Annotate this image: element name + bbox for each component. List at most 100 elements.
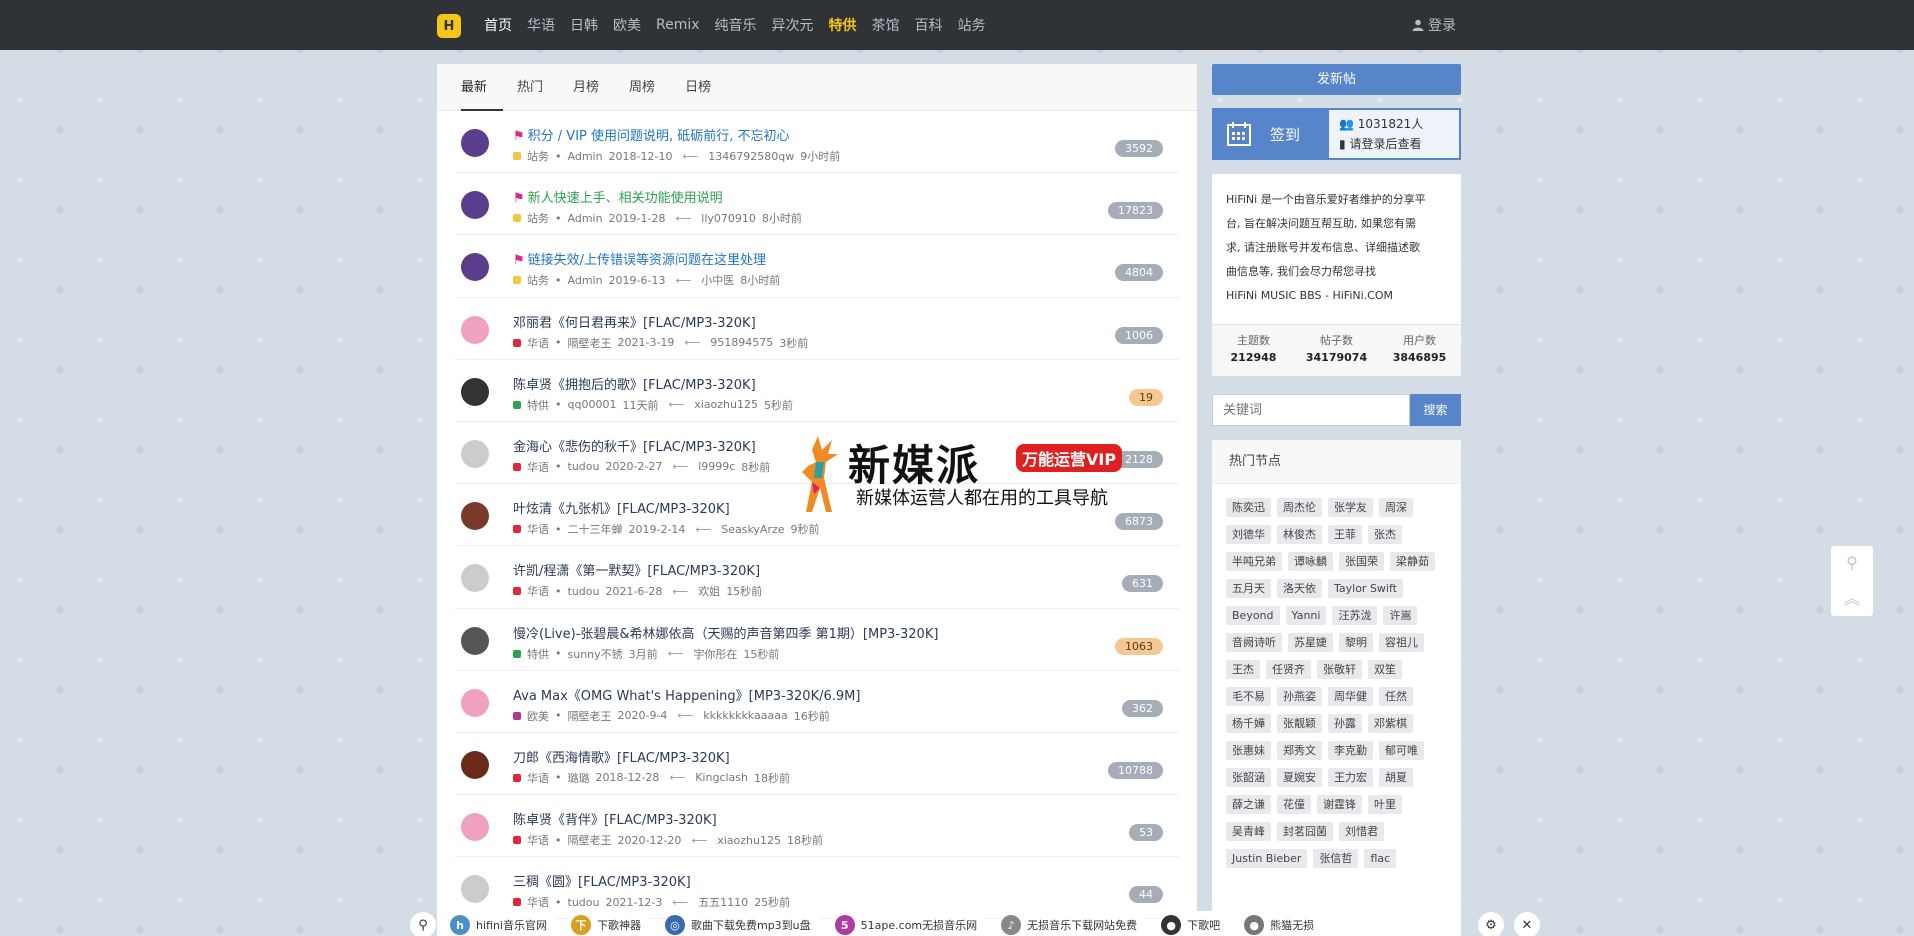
hot-node-tag[interactable]: 张国荣 <box>1339 552 1384 571</box>
hot-node-tag[interactable]: Beyond <box>1226 606 1280 625</box>
author-name[interactable]: qq00001 <box>568 398 617 411</box>
hot-node-tag[interactable]: 许嵩 <box>1383 606 1418 625</box>
hot-node-tag[interactable]: 孙燕姿 <box>1277 687 1322 706</box>
bookmark-item[interactable]: ◎ 歌曲下载免费mp3到u盘 <box>660 911 821 936</box>
hot-node-tag[interactable]: 谭咏麟 <box>1288 552 1333 571</box>
gear-icon[interactable]: ⚙ <box>1478 912 1504 936</box>
thread-title[interactable]: 叶炫清《九张机》[FLAC/MP3-320K] <box>513 498 730 517</box>
forum-name[interactable]: 华语 <box>527 335 549 351</box>
nav-item[interactable]: 欧美 <box>613 15 641 35</box>
hot-node-tag[interactable]: Justin Bieber <box>1226 849 1308 868</box>
hot-node-tag[interactable]: 谢霆锋 <box>1317 795 1362 814</box>
bookmark-item[interactable]: ● 下歌吧 <box>1157 911 1231 936</box>
reply-user[interactable]: xiaozhu125 <box>717 834 781 847</box>
forum-name[interactable]: 华语 <box>527 459 549 475</box>
avatar[interactable] <box>461 253 489 282</box>
hot-node-tag[interactable]: 任贤齐 <box>1266 660 1311 679</box>
author-name[interactable]: Admin <box>568 150 603 163</box>
forum-name[interactable]: 华语 <box>527 832 549 848</box>
hot-node-tag[interactable]: 周深 <box>1379 498 1413 517</box>
avatar[interactable] <box>461 315 489 344</box>
forum-name[interactable]: 站务 <box>527 148 549 164</box>
hot-node-tag[interactable]: 毛不易 <box>1226 687 1271 706</box>
hot-node-tag[interactable]: Yanni <box>1285 606 1327 625</box>
tab-item[interactable]: 周榜 <box>629 64 671 111</box>
author-name[interactable]: 隔壁老王 <box>568 832 612 848</box>
nav-item[interactable]: 异次元 <box>772 15 814 35</box>
nav-item[interactable]: 日韩 <box>570 15 598 35</box>
hot-node-tag[interactable]: 张敬轩 <box>1317 660 1362 679</box>
hot-node-tag[interactable]: 汪苏泷 <box>1332 606 1378 625</box>
hot-node-tag[interactable]: Taylor Swift <box>1328 579 1403 598</box>
hot-node-tag[interactable]: 王杰 <box>1226 660 1260 679</box>
hot-node-tag[interactable]: 薛之谦 <box>1226 795 1271 814</box>
thread-title[interactable]: 三稠《圆》[FLAC/MP3-320K] <box>513 871 691 890</box>
hot-node-tag[interactable]: 任然 <box>1379 687 1413 706</box>
login-link[interactable]: 登录 <box>1412 0 1456 50</box>
reply-user[interactable]: 宇你彤在 <box>693 646 737 662</box>
hot-node-tag[interactable]: 张杰 <box>1368 525 1402 544</box>
hot-node-tag[interactable]: 张惠妹 <box>1226 741 1271 760</box>
thread-title[interactable]: 陈卓贤《拥抱后的歌》[FLAC/MP3-320K] <box>513 374 756 393</box>
nav-item[interactable]: 茶馆 <box>872 15 900 35</box>
hot-node-tag[interactable]: 叶里 <box>1368 795 1402 814</box>
back-to-top-icon[interactable]: ︽ <box>1844 585 1860 609</box>
checkin-login-hint[interactable]: 请登录后查看 <box>1349 137 1421 151</box>
author-name[interactable]: Admin <box>568 212 603 225</box>
hot-node-tag[interactable]: 陈奕迅 <box>1226 498 1271 517</box>
thread-title[interactable]: 金海心《悲伤的秋千》[FLAC/MP3-320K] <box>513 436 756 455</box>
tab-item[interactable]: 月榜 <box>573 64 615 111</box>
hot-node-tag[interactable]: 夏婉安 <box>1277 768 1322 787</box>
hot-node-tag[interactable]: 封茗囧菌 <box>1277 822 1333 841</box>
thread-title[interactable]: 许凯/程潇《第一默契》[FLAC/MP3-320K] <box>513 560 760 579</box>
nav-item[interactable]: 站务 <box>958 15 986 35</box>
reply-user[interactable]: l9999c <box>698 460 735 473</box>
avatar[interactable] <box>461 750 489 779</box>
thread-title[interactable]: Ava Max《OMG What's Happening》[MP3-320K/6… <box>513 685 860 704</box>
forum-name[interactable]: 站务 <box>527 210 549 226</box>
author-name[interactable]: 隔壁老王 <box>568 335 612 351</box>
hot-node-tag[interactable]: 黎明 <box>1339 633 1373 652</box>
hot-node-tag[interactable]: 王力宏 <box>1328 768 1373 787</box>
reply-user[interactable]: 小中医 <box>701 272 734 288</box>
author-name[interactable]: sunny不锈 <box>568 646 623 662</box>
hot-node-tag[interactable]: 容祖儿 <box>1379 633 1424 652</box>
avatar[interactable] <box>461 875 489 904</box>
forum-name[interactable]: 特供 <box>527 646 549 662</box>
author-name[interactable]: 隔壁老王 <box>568 708 612 724</box>
author-name[interactable]: Admin <box>568 274 603 287</box>
bookmark-item[interactable]: h hifini音乐官网 <box>446 911 557 936</box>
hot-node-tag[interactable]: 周杰伦 <box>1277 498 1322 517</box>
avatar[interactable] <box>461 377 489 406</box>
hot-node-tag[interactable]: 音阙诗听 <box>1226 633 1282 652</box>
thread-title[interactable]: ⚑ 积分 / VIP 使用问题说明, 砥砺前行, 不忘初心 <box>513 125 790 144</box>
forum-name[interactable]: 站务 <box>527 272 549 288</box>
hot-node-tag[interactable]: 王菲 <box>1328 525 1362 544</box>
avatar[interactable] <box>461 564 489 593</box>
hot-node-tag[interactable]: 孙露 <box>1328 714 1362 733</box>
forum-name[interactable]: 华语 <box>527 583 549 599</box>
tab-item[interactable]: 最新 <box>461 64 504 111</box>
reply-user[interactable]: 欢姐 <box>698 583 720 599</box>
hot-node-tag[interactable]: 吴青峰 <box>1226 822 1271 841</box>
thread-title[interactable]: 邓丽君《何日君再来》[FLAC/MP3-320K] <box>513 312 756 331</box>
hot-node-tag[interactable]: 胡夏 <box>1379 768 1413 787</box>
new-post-button[interactable]: 发新帖 <box>1212 64 1461 95</box>
bookmark-item[interactable]: ♪ 无损音乐下载网站免费 <box>997 911 1148 936</box>
hot-node-tag[interactable]: 五月天 <box>1226 579 1271 598</box>
hot-node-tag[interactable]: 梁静茹 <box>1390 552 1435 571</box>
tab-item[interactable]: 热门 <box>517 64 559 111</box>
checkin-button[interactable]: 签到 <box>1212 108 1327 160</box>
nav-item[interactable]: Remix <box>656 17 700 33</box>
hot-node-tag[interactable]: 花僮 <box>1277 795 1311 814</box>
forum-name[interactable]: 华语 <box>527 770 549 786</box>
forum-name[interactable]: 特供 <box>527 397 549 413</box>
hot-node-tag[interactable]: 林俊杰 <box>1277 525 1322 544</box>
hot-node-tag[interactable]: 张韶涵 <box>1226 768 1271 787</box>
reply-user[interactable]: lly070910 <box>701 212 756 225</box>
reply-user[interactable]: 951894575 <box>710 336 773 349</box>
avatar[interactable] <box>461 191 489 220</box>
search-icon[interactable]: ⚲ <box>410 912 436 936</box>
nav-item[interactable]: 特供 <box>829 15 857 35</box>
hot-node-tag[interactable]: 李克勤 <box>1328 741 1373 760</box>
